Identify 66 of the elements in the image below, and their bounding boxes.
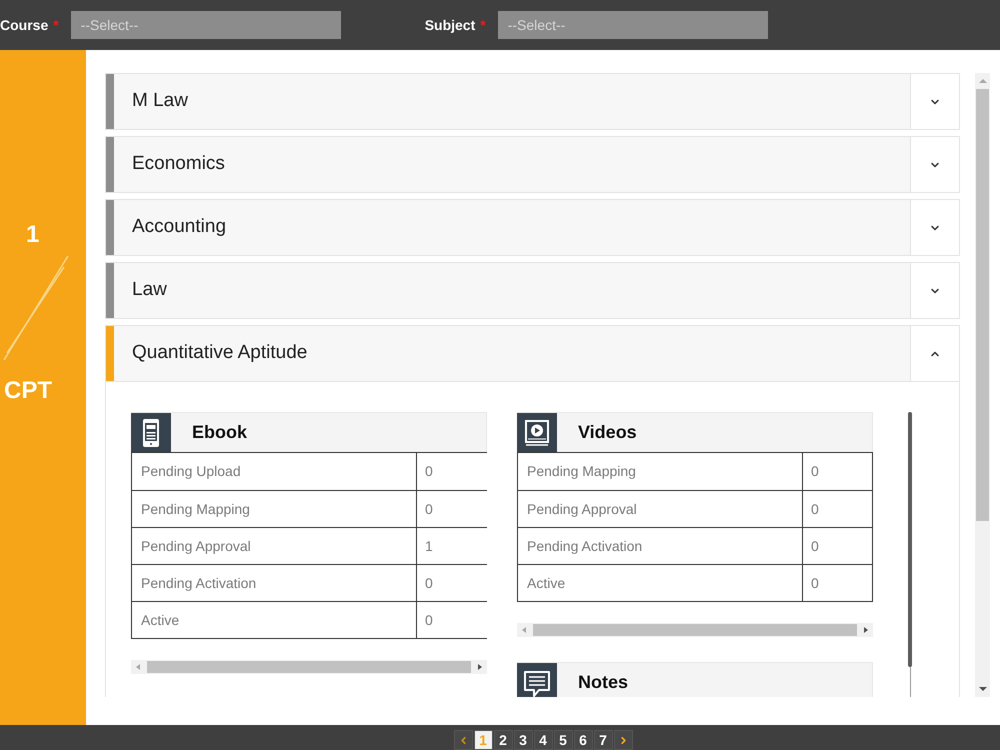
accordion-header[interactable]: Economics — [105, 136, 960, 193]
accent-bar — [106, 326, 114, 381]
vertical-scrollbar[interactable] — [975, 73, 990, 697]
card-title: Ebook — [192, 421, 248, 444]
page-button[interactable]: 7 — [594, 730, 612, 750]
table-cell-text: 0 — [810, 574, 820, 592]
table-cell: Pending Activation — [132, 565, 417, 601]
accordion-header[interactable]: Accounting — [105, 199, 960, 256]
level-number: 1 — [26, 220, 40, 250]
page-button[interactable]: 5 — [554, 730, 572, 750]
page-button[interactable]: 3 — [514, 730, 532, 750]
horizontal-scrollbar[interactable] — [131, 660, 487, 674]
scroll-left-icon[interactable] — [136, 664, 140, 670]
table-cell: Pending Approval — [518, 491, 803, 527]
course-label: CPT — [4, 376, 52, 406]
field-label: Course — [0, 16, 48, 34]
table-cell-text: 0 — [424, 500, 434, 518]
accordion-title: M Law — [132, 89, 188, 114]
table-cell-text: 0 — [424, 574, 434, 592]
accordion-title: Economics — [132, 152, 225, 176]
scrollbar-thumb[interactable] — [908, 412, 912, 667]
horizontal-scrollbar[interactable] — [517, 623, 873, 637]
field-label: Subject — [424, 16, 476, 35]
table-cell: Pending Activation — [518, 528, 803, 564]
scrollbar-thumb[interactable] — [147, 661, 471, 673]
table-cell: Active — [518, 565, 803, 601]
table-cell-text: 0 — [810, 462, 820, 481]
diagonal-lines-icon — [3, 255, 69, 361]
table-cell: Pending Approval — [132, 528, 417, 564]
table-cell: Pending Mapping — [132, 491, 417, 527]
scroll-right-icon[interactable] — [864, 627, 868, 633]
scrollbar-thumb[interactable] — [976, 89, 989, 521]
page-button[interactable]: 6 — [574, 730, 592, 750]
accent-bar — [106, 263, 114, 318]
scroll-left-icon[interactable] — [522, 627, 526, 633]
required-mark: * — [53, 16, 59, 34]
card-title: Notes — [578, 671, 628, 694]
accordion-title: Law — [132, 278, 167, 302]
accordion-title: Accounting — [132, 215, 226, 240]
accent-bar — [106, 200, 114, 255]
previous-page-button[interactable] — [454, 730, 472, 750]
table-cell: Active — [132, 602, 417, 638]
page-button[interactable]: 4 — [534, 730, 552, 750]
table-cell-text: 0 — [810, 536, 820, 556]
table-cell-text: 0 — [424, 610, 434, 630]
scroll-right-icon[interactable] — [478, 664, 482, 670]
required-mark: * — [480, 16, 486, 34]
accordion-header[interactable]: Quantitative Aptitude — [105, 325, 960, 382]
accordion-header[interactable]: Law — [105, 262, 960, 319]
page-button[interactable]: 2 — [494, 730, 512, 750]
select-field[interactable]: --Select-- — [498, 11, 768, 39]
accent-bar — [106, 137, 114, 192]
scroll-up-icon[interactable] — [978, 79, 986, 83]
table-cell-text: 0 — [810, 500, 820, 518]
table-cell-text: 0 — [424, 462, 434, 481]
scrollbar-thumb[interactable] — [533, 624, 857, 636]
next-page-button[interactable] — [614, 730, 632, 750]
card-title: Videos — [578, 421, 637, 444]
table-cell: Pending Upload — [132, 453, 417, 490]
select-field[interactable]: --Select-- — [70, 11, 341, 39]
accent-bar — [106, 74, 114, 129]
scroll-down-icon[interactable] — [978, 687, 986, 691]
accordion-title: Quantitative Aptitude — [132, 341, 308, 366]
accordion-header[interactable]: M Law — [105, 73, 960, 130]
table-cell: Pending Mapping — [518, 453, 803, 490]
table-cell-text: 1 — [424, 536, 434, 556]
